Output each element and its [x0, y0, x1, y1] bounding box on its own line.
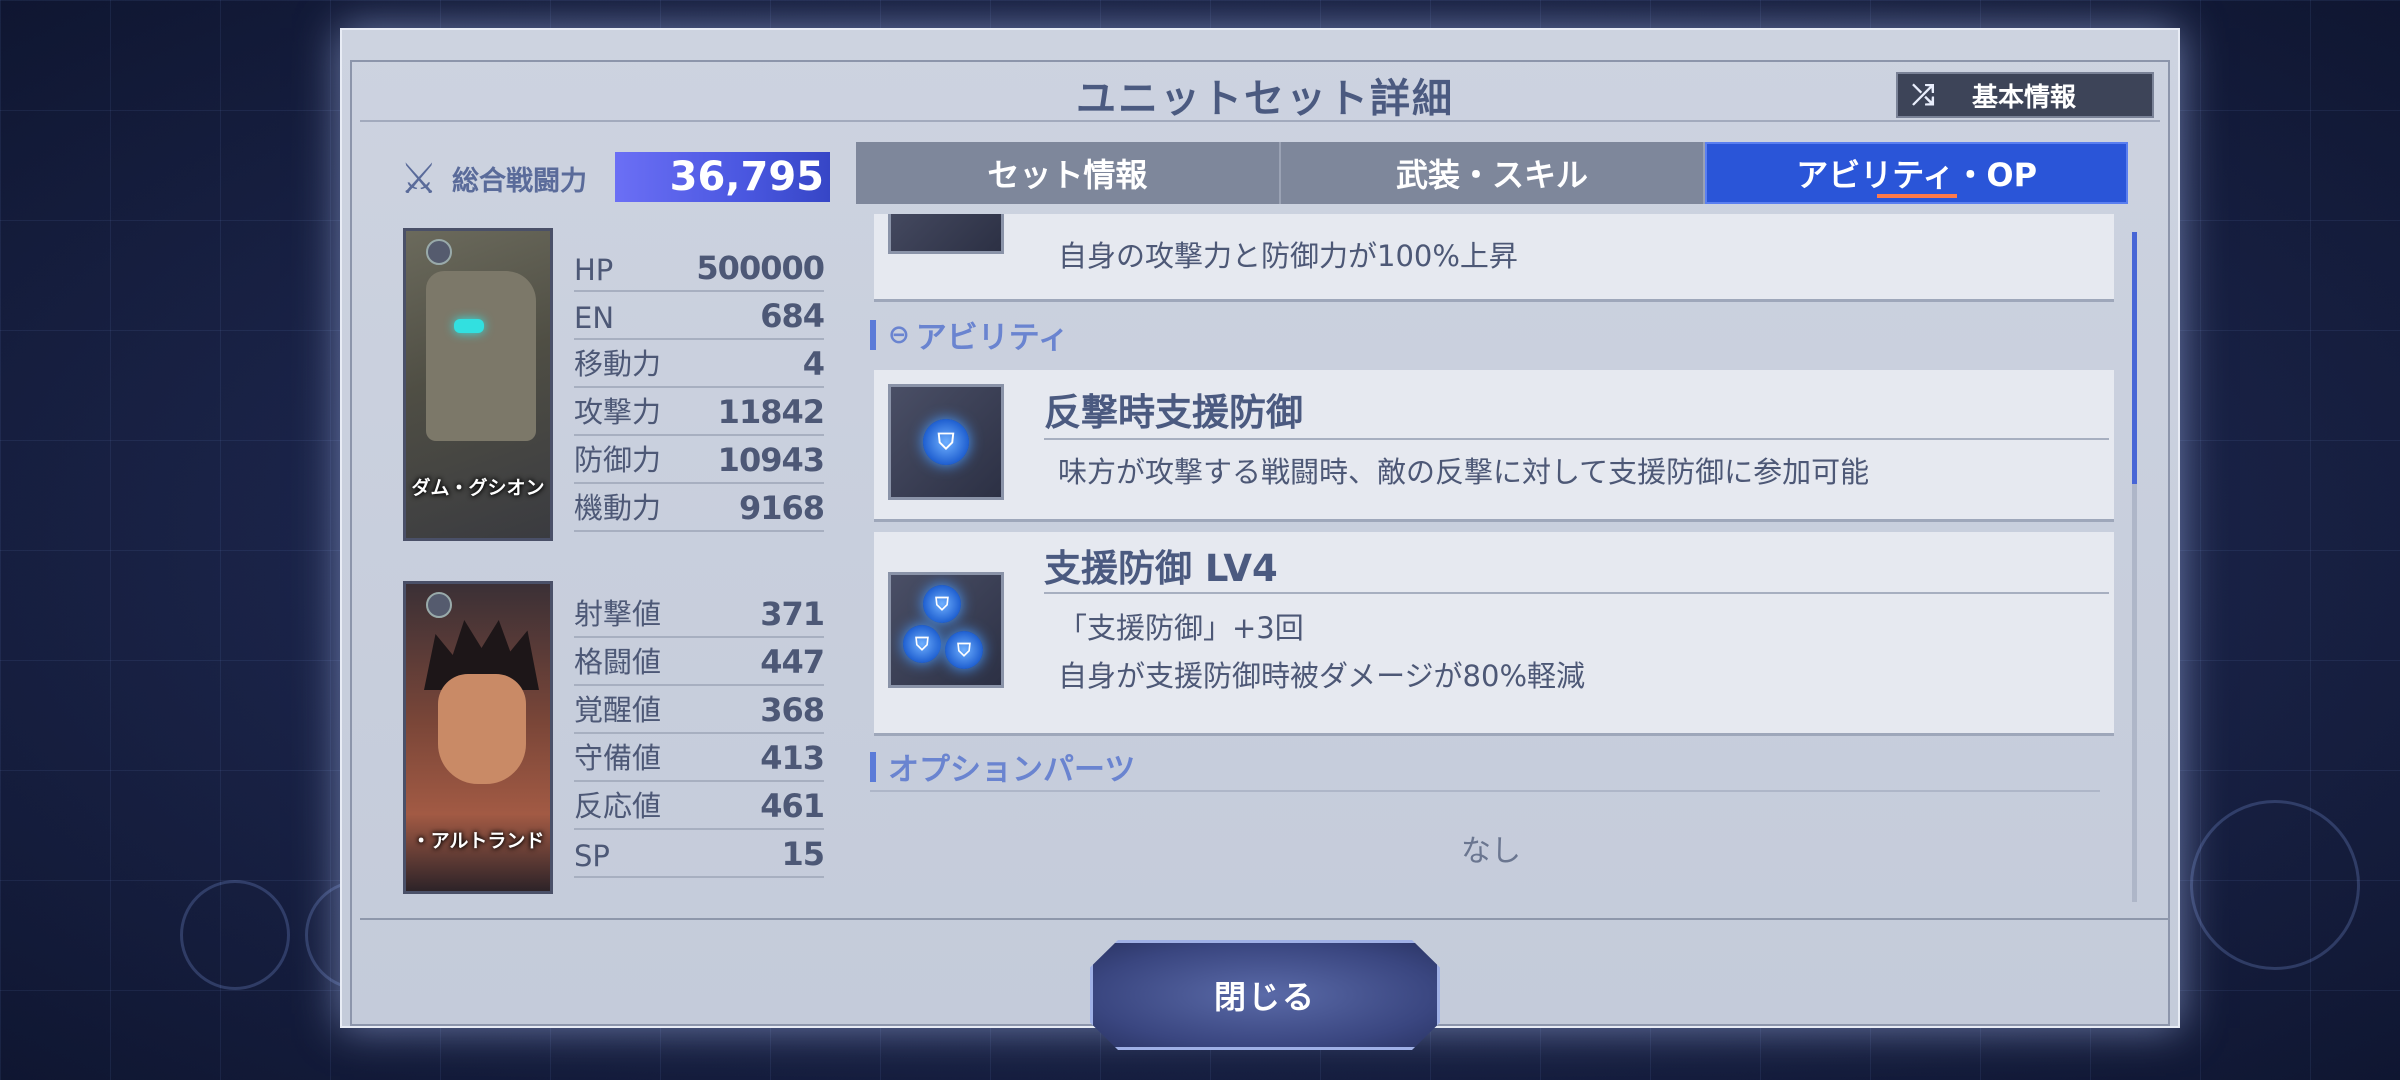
- stat-label: 格闘値: [574, 645, 662, 679]
- close-button[interactable]: 閉じる: [1090, 940, 1440, 1050]
- stat-label: 攻撃力: [574, 395, 662, 429]
- stat-label: 移動力: [574, 347, 662, 381]
- stat-row: HP 500000: [574, 244, 825, 292]
- stat-label: 反応値: [574, 789, 662, 823]
- stat-row: 格闘値 447: [574, 638, 825, 686]
- ability-content-panel[interactable]: 自身の攻撃力と防御力が100%上昇 ⊖ アビリティ ⛉ 反撃時支援防御 味方が攻…: [856, 214, 2126, 914]
- stat-label: 射撃値: [574, 597, 662, 631]
- partial-skill-icon: [888, 214, 1004, 254]
- ability-title-line: [1044, 438, 2109, 440]
- mech-eye: [454, 319, 484, 333]
- total-power-label: 総合戦闘力: [452, 165, 587, 197]
- basic-info-button[interactable]: ⤮ 基本情報: [1896, 72, 2154, 118]
- stat-label: 守備値: [574, 741, 662, 775]
- stat-label: SP: [574, 839, 610, 873]
- option-section-header: オプションパーツ: [870, 744, 1135, 789]
- pilot-name: ・アルトランド: [411, 830, 545, 852]
- stat-label: EN: [574, 301, 615, 335]
- shield-icon: ⛉: [945, 631, 983, 669]
- crossed-swords-icon: ⚔: [400, 153, 438, 203]
- shuffle-icon: ⤮: [1912, 78, 1935, 111]
- stat-row: 機動力 9168: [574, 484, 825, 532]
- ability-card[interactable]: ⛉ ⛉ ⛉ 支援防御 LV4 「支援防御」+3回 自身が支援防御時被ダメージが8…: [874, 532, 2114, 736]
- portrait-chip: [426, 592, 452, 618]
- ability-icon: ⊖: [888, 319, 910, 350]
- tab-abilities-op-label: アビリティ・OP: [1796, 156, 2038, 194]
- stat-value: 4: [802, 345, 825, 383]
- stat-row: 覚醒値 368: [574, 686, 825, 734]
- mech-silhouette: [426, 271, 536, 441]
- partial-skill-desc: 自身の攻撃力と防御力が100%上昇: [1058, 239, 1518, 273]
- pilot-stats: 射撃値 371 格闘値 447 覚醒値 368 守備値 413 反応値 461 SP 15: [574, 590, 825, 878]
- stat-row: EN 684: [574, 292, 825, 340]
- pilot-face: [438, 674, 526, 784]
- stat-row: 反応値 461: [574, 782, 825, 830]
- stat-label: 防御力: [574, 443, 662, 477]
- ability-icon-frame: ⛉: [888, 384, 1004, 500]
- tab-bar: セット情報 武装・スキル アビリティ・OP: [856, 142, 2129, 204]
- stat-value: 684: [760, 297, 825, 335]
- unit-name: ダム・グシオン: [411, 477, 545, 499]
- ability-desc: 味方が攻撃する戦闘時、敵の反撃に対して支援防御に参加可能: [1058, 455, 1870, 489]
- tab-weapons-skills[interactable]: 武装・スキル: [1280, 142, 1706, 204]
- partial-skill-card: 自身の攻撃力と防御力が100%上昇: [874, 214, 2114, 302]
- ability-card[interactable]: ⛉ 反撃時支援防御 味方が攻撃する戦闘時、敵の反撃に対して支援防御に参加可能: [874, 370, 2114, 522]
- tab-set-info[interactable]: セット情報: [856, 142, 1281, 204]
- unit-portrait[interactable]: ダム・グシオン: [403, 228, 553, 541]
- ability-section-title: アビリティ: [915, 320, 1069, 356]
- support-defense-shield-icon: ⛉: [923, 419, 969, 465]
- shield-icon: ⛉: [923, 585, 961, 623]
- stat-row: 防御力 10943: [574, 436, 825, 484]
- total-power-row: ⚔ 総合戦闘力: [400, 150, 587, 206]
- section-bar: [870, 319, 876, 350]
- content-scrollbar-thumb[interactable]: [2132, 232, 2137, 484]
- triple-shield-icon: ⛉ ⛉ ⛉: [901, 585, 991, 675]
- stat-value: 368: [760, 691, 825, 729]
- option-none-text: なし: [1461, 834, 1521, 869]
- basic-info-label: 基本情報: [1972, 82, 2077, 113]
- stat-value: 11842: [717, 393, 825, 431]
- active-tab-underline: [1876, 194, 1957, 198]
- option-section-line: [870, 790, 2100, 792]
- ability-desc-line-1: 「支援防御」+3回: [1058, 611, 1304, 645]
- stat-value: 371: [760, 595, 825, 633]
- ability-section-header: ⊖ アビリティ: [870, 312, 1069, 357]
- stat-value: 447: [760, 643, 825, 681]
- stat-value: 9168: [738, 489, 825, 527]
- background-right-button: [2190, 800, 2360, 970]
- title-divider: [360, 120, 2160, 122]
- stat-value: 10943: [717, 441, 825, 479]
- stat-value: 461: [760, 787, 825, 825]
- shield-icon: ⛉: [903, 625, 941, 663]
- bottom-divider: [360, 918, 2170, 920]
- stat-row: 移動力 4: [574, 340, 825, 388]
- stat-row: 射撃値 371: [574, 590, 825, 638]
- ability-title: 支援防御 LV4: [1044, 547, 1278, 590]
- section-bar: [870, 751, 876, 782]
- stat-value: 413: [760, 739, 825, 777]
- ability-icon-frame: ⛉ ⛉ ⛉: [888, 572, 1004, 688]
- total-power-value: 36,795: [615, 152, 830, 202]
- portrait-chip: [426, 239, 452, 265]
- stat-row: 守備値 413: [574, 734, 825, 782]
- tab-abilities-op[interactable]: アビリティ・OP: [1705, 142, 2129, 204]
- ability-desc-line-2: 自身が支援防御時被ダメージが80%軽減: [1058, 659, 1586, 693]
- stat-value: 15: [781, 835, 825, 873]
- stat-label: 覚醒値: [574, 693, 662, 727]
- stat-value: 500000: [696, 249, 825, 287]
- stat-row: SP 15: [574, 830, 825, 878]
- ability-title: 反撃時支援防御: [1044, 391, 1303, 434]
- stat-label: 機動力: [574, 491, 662, 525]
- stat-row: 攻撃力 11842: [574, 388, 825, 436]
- background-left-button-1: [180, 880, 290, 990]
- stat-label: HP: [574, 253, 614, 287]
- pilot-portrait[interactable]: ・アルトランド: [403, 581, 553, 894]
- ability-title-line: [1044, 592, 2109, 594]
- option-section-title: オプションパーツ: [888, 752, 1136, 788]
- unit-stats: HP 500000 EN 684 移動力 4 攻撃力 11842 防御力 10943 機動…: [574, 244, 825, 532]
